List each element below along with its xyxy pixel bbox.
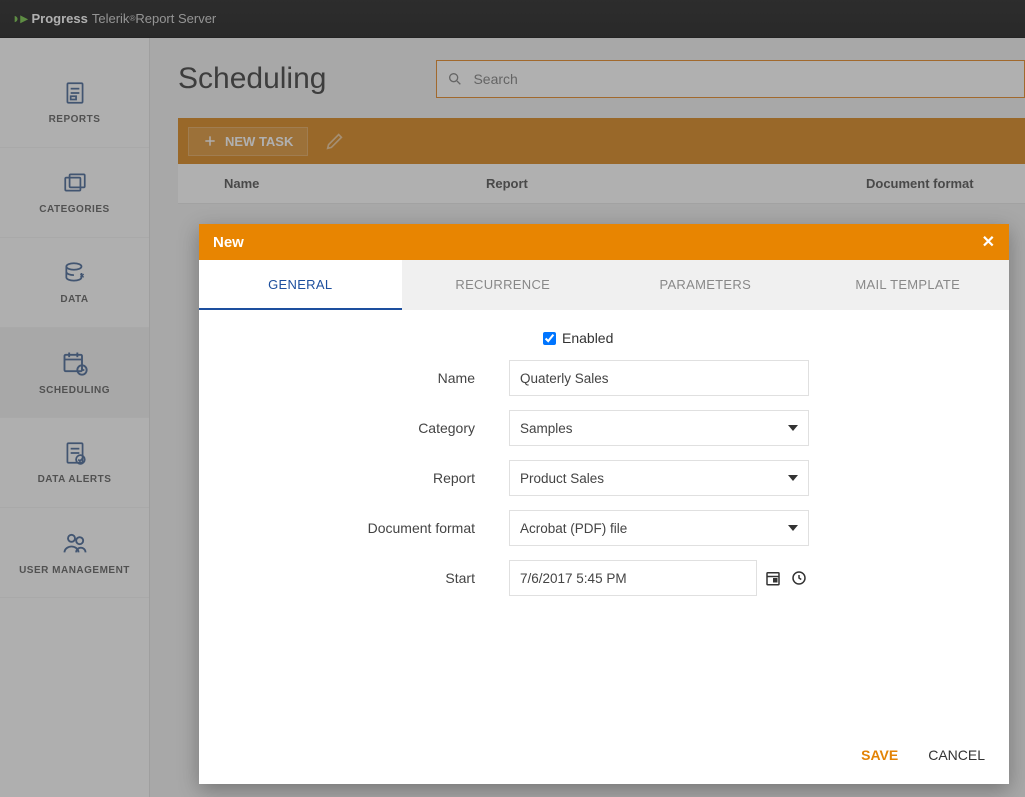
- format-select[interactable]: Acrobat (PDF) file: [509, 510, 809, 546]
- clock-icon: [790, 569, 808, 587]
- category-label: Category: [229, 420, 509, 436]
- modal-title-text: New: [213, 234, 244, 251]
- modal-tabs: GENERAL RECURRENCE PARAMETERS MAIL TEMPL…: [199, 260, 1009, 310]
- tab-parameters[interactable]: PARAMETERS: [604, 260, 807, 310]
- enabled-label: Enabled: [562, 330, 613, 346]
- category-value: Samples: [520, 421, 573, 436]
- chevron-down-icon: [788, 525, 798, 531]
- report-label: Report: [229, 470, 509, 486]
- cancel-button[interactable]: CANCEL: [928, 747, 985, 763]
- save-button[interactable]: SAVE: [861, 747, 898, 763]
- modal-footer: SAVE CANCEL: [199, 724, 1009, 784]
- category-select[interactable]: Samples: [509, 410, 809, 446]
- modal-titlebar: New ✕: [199, 224, 1009, 260]
- chevron-down-icon: [788, 475, 798, 481]
- name-label: Name: [229, 370, 509, 386]
- format-label: Document format: [229, 520, 509, 536]
- tab-recurrence[interactable]: RECURRENCE: [402, 260, 605, 310]
- start-input[interactable]: [509, 560, 757, 596]
- tab-general[interactable]: GENERAL: [199, 260, 402, 310]
- calendar-icon: [764, 569, 782, 587]
- close-icon[interactable]: ✕: [982, 232, 995, 252]
- date-picker-button[interactable]: [763, 568, 783, 588]
- new-task-modal: New ✕ GENERAL RECURRENCE PARAMETERS MAIL…: [199, 224, 1009, 784]
- chevron-down-icon: [788, 425, 798, 431]
- time-picker-button[interactable]: [789, 568, 809, 588]
- format-value: Acrobat (PDF) file: [520, 521, 627, 536]
- report-select[interactable]: Product Sales: [509, 460, 809, 496]
- report-value: Product Sales: [520, 471, 604, 486]
- tab-mail-template[interactable]: MAIL TEMPLATE: [807, 260, 1010, 310]
- modal-body: Enabled Name Category Samples Report Pro…: [199, 310, 1009, 724]
- enabled-checkbox[interactable]: [543, 332, 556, 345]
- start-label: Start: [229, 570, 509, 586]
- name-input[interactable]: [509, 360, 809, 396]
